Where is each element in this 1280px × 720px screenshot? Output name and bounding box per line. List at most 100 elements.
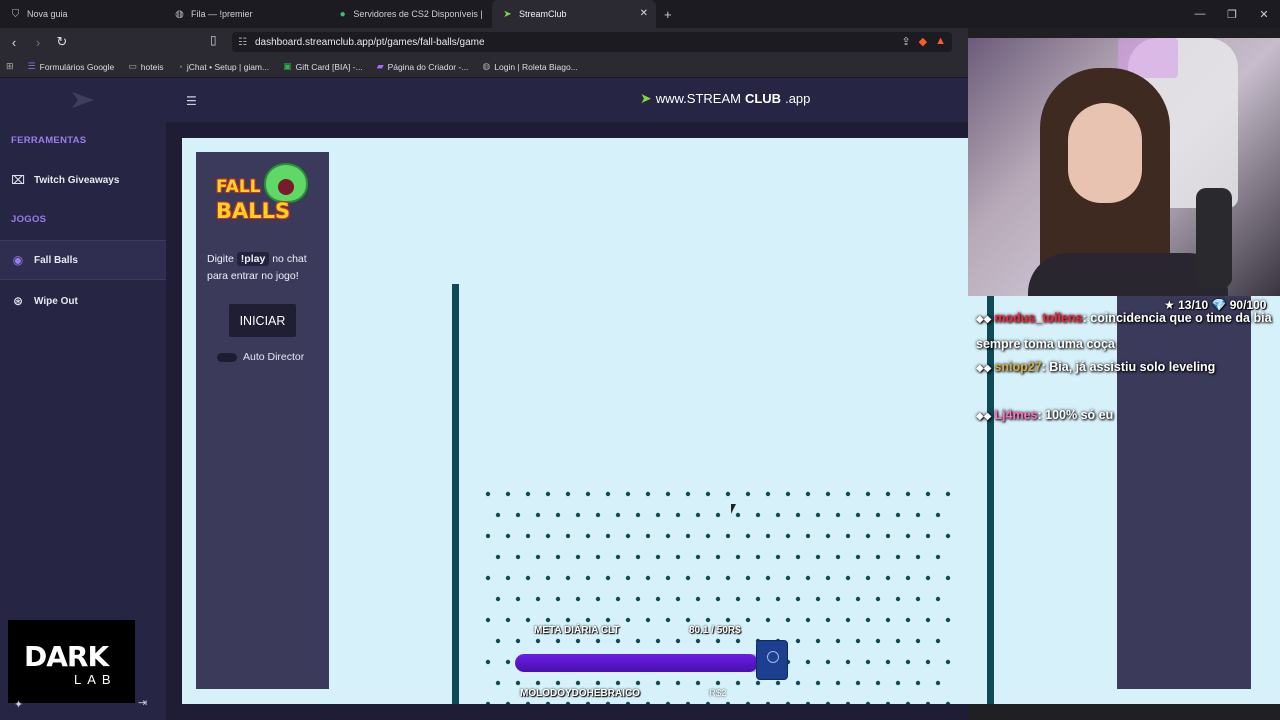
globe-icon: ◍ [175,8,184,20]
peg [865,575,871,581]
peg [925,575,931,581]
peg [665,575,671,581]
bookmark-item[interactable]: ▣ Gift Card [BIA] -... [283,61,363,72]
peg [875,512,881,518]
sidebar-item-twitch-giveaways[interactable]: ⌧ Twitch Giveaways [0,160,166,200]
bookmark-icon[interactable]: ▯ [210,33,217,47]
back-icon[interactable]: ‹ [4,32,24,52]
peg [655,512,661,518]
site-info-icon[interactable]: ☷ [238,37,247,48]
close-icon[interactable]: ✕ [640,8,648,19]
peg [825,659,831,665]
url-text: dashboard.streamclub.app/pt/games/fall-b… [254,36,485,48]
twitter-icon[interactable]: ✦ [14,698,23,711]
peg [535,512,541,518]
peg [685,617,691,623]
peg [765,533,771,539]
tab-nova-guia[interactable]: ⛉ Nova guia [0,0,164,28]
bookmark-item[interactable]: ▰ Página do Criador -... [377,61,469,72]
peg [545,617,551,623]
bookmark-item[interactable]: ◔ jChat • Setup | giam... [177,62,269,72]
game-control-panel [196,152,329,689]
peg [695,512,701,518]
brave-shield-icon[interactable]: ◆ [919,35,927,48]
chat-badges: ◆◆ [976,363,992,374]
window-controls: — ❐ ✕ [1184,0,1280,28]
bookmark-item[interactable]: ▭ hoteis [128,61,163,72]
twitch-icon: ▰ [376,61,384,71]
logout-icon[interactable]: ⇥ [138,696,147,709]
peg [525,575,531,581]
bookmark-item[interactable]: ☰ Formulários Google [28,61,115,72]
sidebar-item-fall-balls[interactable]: ◉ Fall Balls [0,240,166,280]
microphone-icon [1196,188,1232,288]
peg [695,680,701,686]
tab-servidores[interactable]: ● Servidores de CS2 Disponíveis | Gam [328,0,492,28]
peg [815,638,821,644]
address-bar[interactable]: ☷ dashboard.streamclub.app/pt/games/fall… [232,32,952,52]
peg [485,659,491,665]
peg [705,575,711,581]
sidebar-item-wipe-out[interactable]: ⊛ Wipe Out [0,281,166,321]
peg [515,554,521,560]
tab-streamclub[interactable]: ➤ StreamClub ✕ [492,0,656,28]
chat-message: ◆◆ sniop27: Bia, já assistiu solo levelin… [976,355,1272,381]
chat-icon: ◔ [177,61,183,72]
forward-icon[interactable]: › [28,32,48,52]
peg [675,512,681,518]
peg [625,701,631,704]
peg [875,680,881,686]
menu-icon[interactable]: ☰ [186,94,197,108]
peg [895,596,901,602]
peg [785,533,791,539]
goal-last-user: MOLODOYDOHEBRAICO [520,688,640,699]
peg [805,617,811,623]
brand-bold: CLUB [744,91,782,106]
peg [815,680,821,686]
peg [925,701,931,704]
peg [735,596,741,602]
peg [605,617,611,623]
goal-title: META DIÁRIA CLT [534,625,620,636]
gift-icon: ▣ [283,61,292,71]
share-icon[interactable]: ⇪ [901,35,910,48]
new-tab-button[interactable]: + [656,7,680,22]
peg [545,701,551,704]
peg [795,554,801,560]
peg [505,491,511,497]
restore-icon[interactable]: ❐ [1216,0,1248,28]
peg [565,617,571,623]
peg [765,701,771,704]
peg [555,596,561,602]
auto-director-toggle[interactable] [217,353,237,362]
start-button[interactable]: INICIAR [229,304,296,337]
tab-fila[interactable]: ◍ Fila — !premier [164,0,328,28]
peg [565,491,571,497]
peg [555,680,561,686]
peg [735,638,741,644]
peg [715,638,721,644]
apps-grid-icon[interactable]: ⊞ [6,61,14,72]
minimize-icon[interactable]: — [1184,0,1216,28]
peg [605,575,611,581]
peg [775,512,781,518]
peg [785,575,791,581]
peg [755,680,761,686]
streamclub-logo-icon: ➤ [640,90,652,106]
peg [615,638,621,644]
chat-username: sniop27 [994,360,1042,374]
peg [565,575,571,581]
peg [765,575,771,581]
peg [745,617,751,623]
peg [655,596,661,602]
close-window-icon[interactable]: ✕ [1248,0,1280,28]
peg [925,659,931,665]
peg [485,617,491,623]
peg [825,617,831,623]
logo-line1: FALL [216,177,261,197]
peg [735,680,741,686]
brave-rewards-icon[interactable]: ▲ [935,35,946,48]
bookmark-item[interactable]: ◍ Login | Roleta Biago... [482,61,577,72]
peg [725,617,731,623]
reload-icon[interactable]: ↻ [52,32,72,52]
